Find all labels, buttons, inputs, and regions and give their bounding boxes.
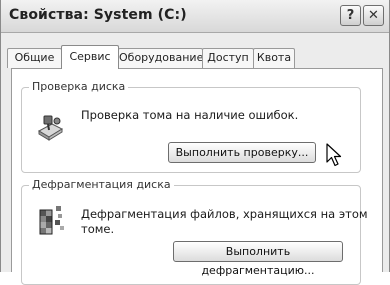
disk-check-description: Проверка тома на наличие ошибок.: [81, 108, 299, 122]
tab-hardware[interactable]: Оборудование: [118, 48, 203, 68]
defrag-description-line1: Дефрагментация файлов, хранящихся на это…: [81, 207, 368, 221]
help-icon: ?: [346, 8, 355, 23]
defrag-icon: [39, 206, 64, 235]
tab-sharing[interactable]: Доступ: [202, 48, 254, 68]
window-title: Свойства: System (C:): [9, 7, 187, 23]
title-bar[interactable]: Свойства: System (C:) ? ✕: [1, 0, 389, 33]
run-check-button[interactable]: Выполнить проверку...: [168, 142, 316, 163]
tab-general[interactable]: Общие: [7, 48, 62, 68]
disk-check-icon: [37, 115, 64, 141]
close-button[interactable]: ✕: [363, 5, 384, 26]
run-defrag-button[interactable]: Выполнить дефрагментацию...: [173, 241, 343, 277]
properties-window: Свойства: System (C:) ? ✕ Общие Сервис О…: [0, 0, 390, 285]
mouse-pointer-icon: [326, 143, 342, 167]
defrag-legend: Дефрагментация диска: [29, 178, 174, 191]
disk-check-legend: Проверка диска: [29, 80, 129, 93]
tab-quota[interactable]: Квота: [253, 48, 295, 68]
tab-tools[interactable]: Сервис: [61, 45, 119, 69]
defrag-description-line2: томе.: [81, 222, 115, 236]
help-button[interactable]: ?: [340, 5, 361, 26]
close-icon: ✕: [368, 8, 379, 23]
